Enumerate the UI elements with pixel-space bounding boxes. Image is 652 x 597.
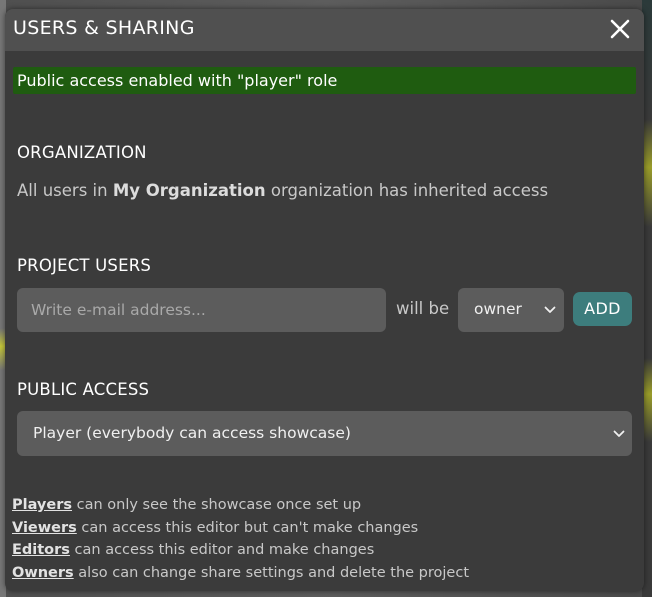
role-select[interactable]: owner bbox=[458, 288, 564, 332]
legend-term-owners[interactable]: Owners bbox=[12, 565, 74, 581]
will-be-label: will be bbox=[396, 299, 450, 318]
legend-term-viewers[interactable]: Viewers bbox=[12, 520, 77, 536]
close-icon bbox=[610, 19, 630, 39]
chevron-down-icon bbox=[544, 306, 556, 313]
organization-text-suffix: organization has inherited access bbox=[270, 181, 549, 200]
add-user-button[interactable]: ADD bbox=[573, 292, 632, 326]
legend-item-owners: Owners also can change share settings an… bbox=[12, 562, 469, 585]
organization-text: All users in My Organization organizatio… bbox=[17, 181, 548, 200]
chevron-down-icon bbox=[613, 430, 625, 437]
organization-name: My Organization bbox=[112, 181, 266, 200]
role-select-value: owner bbox=[474, 300, 522, 318]
email-input[interactable] bbox=[17, 288, 386, 332]
public-access-select-value: Player (everybody can access showcase) bbox=[33, 424, 351, 442]
legend-term-players[interactable]: Players bbox=[12, 497, 72, 513]
legend-item-viewers: Viewers can access this editor but can't… bbox=[12, 517, 469, 540]
dialog-title: USERS & SHARING bbox=[13, 17, 195, 39]
public-access-heading: PUBLIC ACCESS bbox=[17, 380, 150, 399]
legend-term-editors[interactable]: Editors bbox=[12, 542, 70, 558]
legend-description: can only see the showcase once set up bbox=[76, 497, 362, 513]
legend-description: can access this editor and make changes bbox=[74, 542, 375, 558]
public-access-select[interactable]: Player (everybody can access showcase) bbox=[17, 411, 632, 456]
dialog-titlebar: USERS & SHARING bbox=[5, 9, 644, 51]
organization-heading: ORGANIZATION bbox=[17, 143, 147, 162]
legend-item-players: Players can only see the showcase once s… bbox=[12, 494, 469, 517]
legend-description: also can change share settings and delet… bbox=[78, 564, 470, 581]
project-users-heading: PROJECT USERS bbox=[17, 256, 152, 275]
legend-item-editors: Editors can access this editor and make … bbox=[12, 539, 469, 562]
roles-legend: Players can only see the showcase once s… bbox=[12, 494, 469, 584]
legend-description: can access this editor but can't make ch… bbox=[81, 519, 419, 536]
public-access-banner: Public access enabled with "player" role bbox=[13, 67, 636, 94]
close-button[interactable] bbox=[606, 15, 634, 43]
organization-text-prefix: All users in bbox=[17, 181, 108, 200]
users-sharing-dialog: USERS & SHARING Public access enabled wi… bbox=[5, 9, 644, 591]
